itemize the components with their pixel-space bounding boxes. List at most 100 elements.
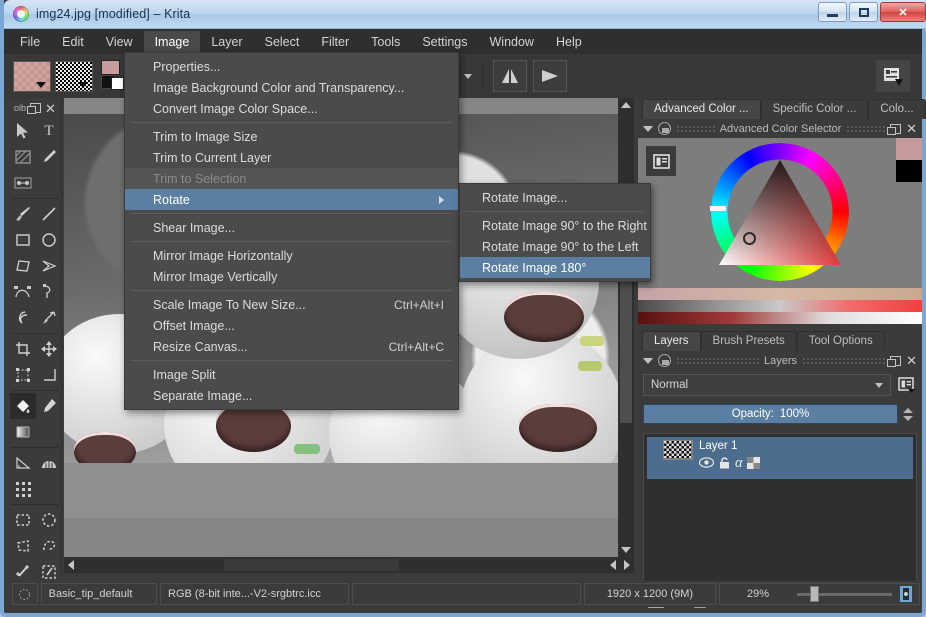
tool-line[interactable] — [36, 201, 62, 227]
menu-item-separate-image[interactable]: Separate Image... — [125, 385, 458, 406]
chevron-down-icon[interactable] — [875, 382, 883, 388]
scroll-up-icon[interactable] — [621, 102, 631, 108]
menu-view[interactable]: View — [95, 31, 144, 53]
tool-polygon[interactable] — [10, 253, 36, 279]
tool-rectangle[interactable] — [10, 227, 36, 253]
menu-filter[interactable]: Filter — [310, 31, 360, 53]
layer-opacity-slider[interactable]: Opacity: 100% — [643, 404, 898, 424]
alpha-icon[interactable]: α — [735, 455, 742, 470]
menu-item-properties[interactable]: Properties... — [125, 56, 458, 77]
submenu-item-rotate-180[interactable]: Rotate Image 180° — [460, 257, 650, 278]
tool-freehand-brush[interactable] — [10, 201, 36, 227]
menu-item-image-background-color[interactable]: Image Background Color and Transparency.… — [125, 77, 458, 98]
menu-item-trim-to-image-size[interactable]: Trim to Image Size — [125, 126, 458, 147]
menu-window[interactable]: Window — [479, 31, 545, 53]
scroll-right-icon[interactable] — [624, 560, 630, 570]
menu-file[interactable]: File — [9, 31, 51, 53]
submenu-item-rotate-90-right[interactable]: Rotate Image 90° to the Right — [460, 215, 650, 236]
rotate-submenu-popup[interactable]: Rotate Image... Rotate Image 90° to the … — [459, 183, 651, 282]
tool-outline-selection[interactable] — [36, 533, 62, 559]
tab-color-slider[interactable]: Colo... — [868, 99, 926, 119]
tool-select-shapes[interactable] — [10, 118, 36, 144]
color-space-status[interactable]: RGB (8-bit inte...-V2-srgbtrc.icc — [160, 583, 350, 605]
minimize-button[interactable] — [818, 2, 847, 22]
tool-color-picker[interactable] — [36, 393, 62, 419]
layer-opacity-spinner[interactable] — [903, 399, 917, 429]
tool-gradient-edit[interactable] — [10, 170, 36, 196]
color-history-strip[interactable] — [638, 288, 922, 300]
close-docker-icon[interactable]: ✕ — [906, 122, 917, 135]
layer-properties-button[interactable] — [895, 374, 917, 396]
brush-preset-status[interactable]: Basic_tip_default — [40, 583, 158, 605]
saturation-shade-strip[interactable] — [638, 312, 922, 324]
unlock-icon[interactable] — [719, 456, 730, 469]
menu-item-resize-canvas[interactable]: Resize Canvas... Ctrl+Alt+C — [125, 336, 458, 357]
drag-handle-right[interactable] — [802, 357, 886, 364]
canvas-vertical-scrollbar[interactable] — [618, 98, 634, 557]
menu-tools[interactable]: Tools — [360, 31, 411, 53]
tool-calligraphy[interactable] — [36, 144, 62, 170]
brush-preset-preview[interactable] — [13, 60, 51, 92]
layer-list[interactable]: Layer 1 α — [643, 433, 917, 585]
float-docker-icon[interactable] — [887, 123, 902, 135]
mirror-vertical-button[interactable] — [533, 60, 567, 92]
menu-item-rotate[interactable]: Rotate — [125, 189, 458, 210]
collapse-caret-icon[interactable] — [643, 357, 653, 364]
tool-move[interactable] — [36, 336, 62, 362]
menu-item-convert-image-color-space[interactable]: Convert Image Color Space... — [125, 98, 458, 119]
tool-polygonal-selection[interactable] — [10, 533, 36, 559]
menu-image[interactable]: Image — [143, 30, 201, 53]
menu-item-offset-image[interactable]: Offset Image... — [125, 315, 458, 336]
float-docker-icon[interactable] — [887, 355, 902, 367]
tool-text[interactable]: T — [36, 118, 62, 144]
submenu-item-rotate-90-left[interactable]: Rotate Image 90° to the Left — [460, 236, 650, 257]
tab-advanced-color-selector[interactable]: Advanced Color ... — [642, 99, 761, 119]
color-cursor[interactable] — [743, 232, 756, 245]
tool-measure[interactable] — [36, 362, 62, 388]
color-selector-settings-button[interactable] — [646, 146, 676, 176]
menu-item-mirror-image-vertically[interactable]: Mirror Image Vertically — [125, 266, 458, 287]
menu-item-mirror-image-horizontally[interactable]: Mirror Image Horizontally — [125, 245, 458, 266]
value-shade-strip[interactable] — [638, 300, 922, 312]
menu-select[interactable]: Select — [254, 31, 311, 53]
workspace-button[interactable] — [876, 60, 910, 92]
zoom-status[interactable]: 29% — [719, 583, 920, 605]
menu-item-shear-image[interactable]: Shear Image... — [125, 217, 458, 238]
scroll-left-2-icon[interactable] — [610, 560, 616, 570]
tool-elliptical-selection[interactable] — [36, 507, 62, 533]
zoom-fit-button[interactable] — [900, 586, 912, 602]
advanced-color-selector[interactable] — [638, 138, 922, 288]
scroll-left-icon[interactable] — [68, 560, 74, 570]
alpha-inherit-icon[interactable] — [747, 456, 761, 469]
foreground-color-preview[interactable] — [896, 138, 922, 160]
background-color-preview[interactable] — [896, 160, 922, 182]
eye-icon[interactable] — [699, 457, 714, 468]
tool-grid[interactable] — [10, 476, 36, 502]
close-docker-icon[interactable]: ✕ — [906, 354, 917, 367]
tool-ellipse[interactable] — [36, 227, 62, 253]
drag-handle[interactable] — [676, 357, 760, 364]
collapse-caret-icon[interactable] — [643, 125, 653, 132]
tab-tool-options[interactable]: Tool Options — [796, 331, 885, 351]
layer-row[interactable]: Layer 1 α — [647, 437, 913, 479]
close-button[interactable]: ✕ — [880, 2, 926, 22]
tool-fill[interactable] — [10, 393, 36, 419]
tool-perspective-grid[interactable] — [10, 450, 36, 476]
tab-brush-presets[interactable]: Brush Presets — [700, 331, 797, 351]
tool-gradient[interactable] — [10, 419, 36, 445]
selection-status[interactable] — [12, 583, 38, 605]
tool-crop[interactable] — [10, 336, 36, 362]
mirror-horizontal-button[interactable] — [493, 60, 527, 92]
foreground-color-swatch[interactable] — [101, 60, 120, 75]
size-dropdown-icon[interactable] — [464, 73, 472, 79]
tool-rectangular-selection[interactable] — [10, 507, 36, 533]
horizontal-scroll-thumb[interactable] — [224, 559, 399, 571]
tab-specific-color-selector[interactable]: Specific Color ... — [760, 99, 869, 119]
menu-settings[interactable]: Settings — [411, 31, 478, 53]
menu-layer[interactable]: Layer — [200, 31, 253, 53]
tool-transform[interactable] — [10, 362, 36, 388]
zoom-slider[interactable] — [797, 583, 892, 605]
close-docker-icon[interactable]: ✕ — [45, 102, 56, 115]
canvas-horizontal-scrollbar[interactable] — [64, 557, 634, 573]
float-docker-icon[interactable] — [27, 103, 42, 114]
